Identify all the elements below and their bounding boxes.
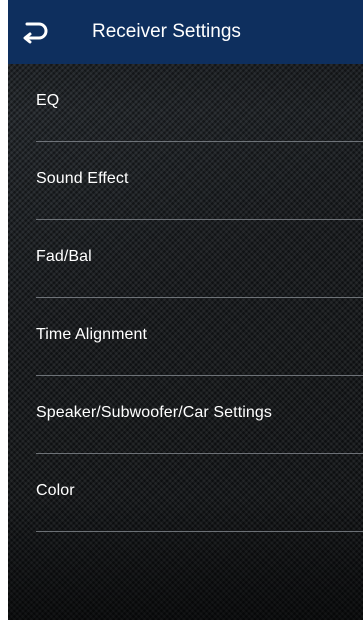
menu-item-label: Speaker/Subwoofer/Car Settings <box>36 404 273 421</box>
header-bar: Receiver Settings <box>8 0 363 64</box>
menu-item-fad-bal[interactable]: Fad/Bal <box>8 220 363 298</box>
back-button[interactable] <box>18 18 50 46</box>
menu-item-sound-effect[interactable]: Sound Effect <box>8 142 363 220</box>
menu-item-color[interactable]: Color <box>8 454 363 532</box>
menu-item-speaker-subwoofer-car-settings[interactable]: Speaker/Subwoofer/Car Settings <box>8 376 363 454</box>
menu-item-eq[interactable]: EQ <box>8 64 363 142</box>
menu-item-label: Fad/Bal <box>36 248 92 265</box>
back-arrow-icon <box>23 22 48 44</box>
page-title: Receiver Settings <box>92 21 241 42</box>
menu-item-label: Sound Effect <box>36 170 129 187</box>
menu-item-label: EQ <box>36 92 60 109</box>
divider <box>36 531 363 532</box>
menu-item-label: Color <box>36 482 75 499</box>
menu-item-time-alignment[interactable]: Time Alignment <box>8 298 363 376</box>
menu-item-label: Time Alignment <box>36 326 148 343</box>
screen: Receiver Settings EQ Sound Effect Fad/Ba… <box>8 0 363 620</box>
settings-menu: EQ Sound Effect Fad/Bal Time Alignment S… <box>8 64 363 532</box>
